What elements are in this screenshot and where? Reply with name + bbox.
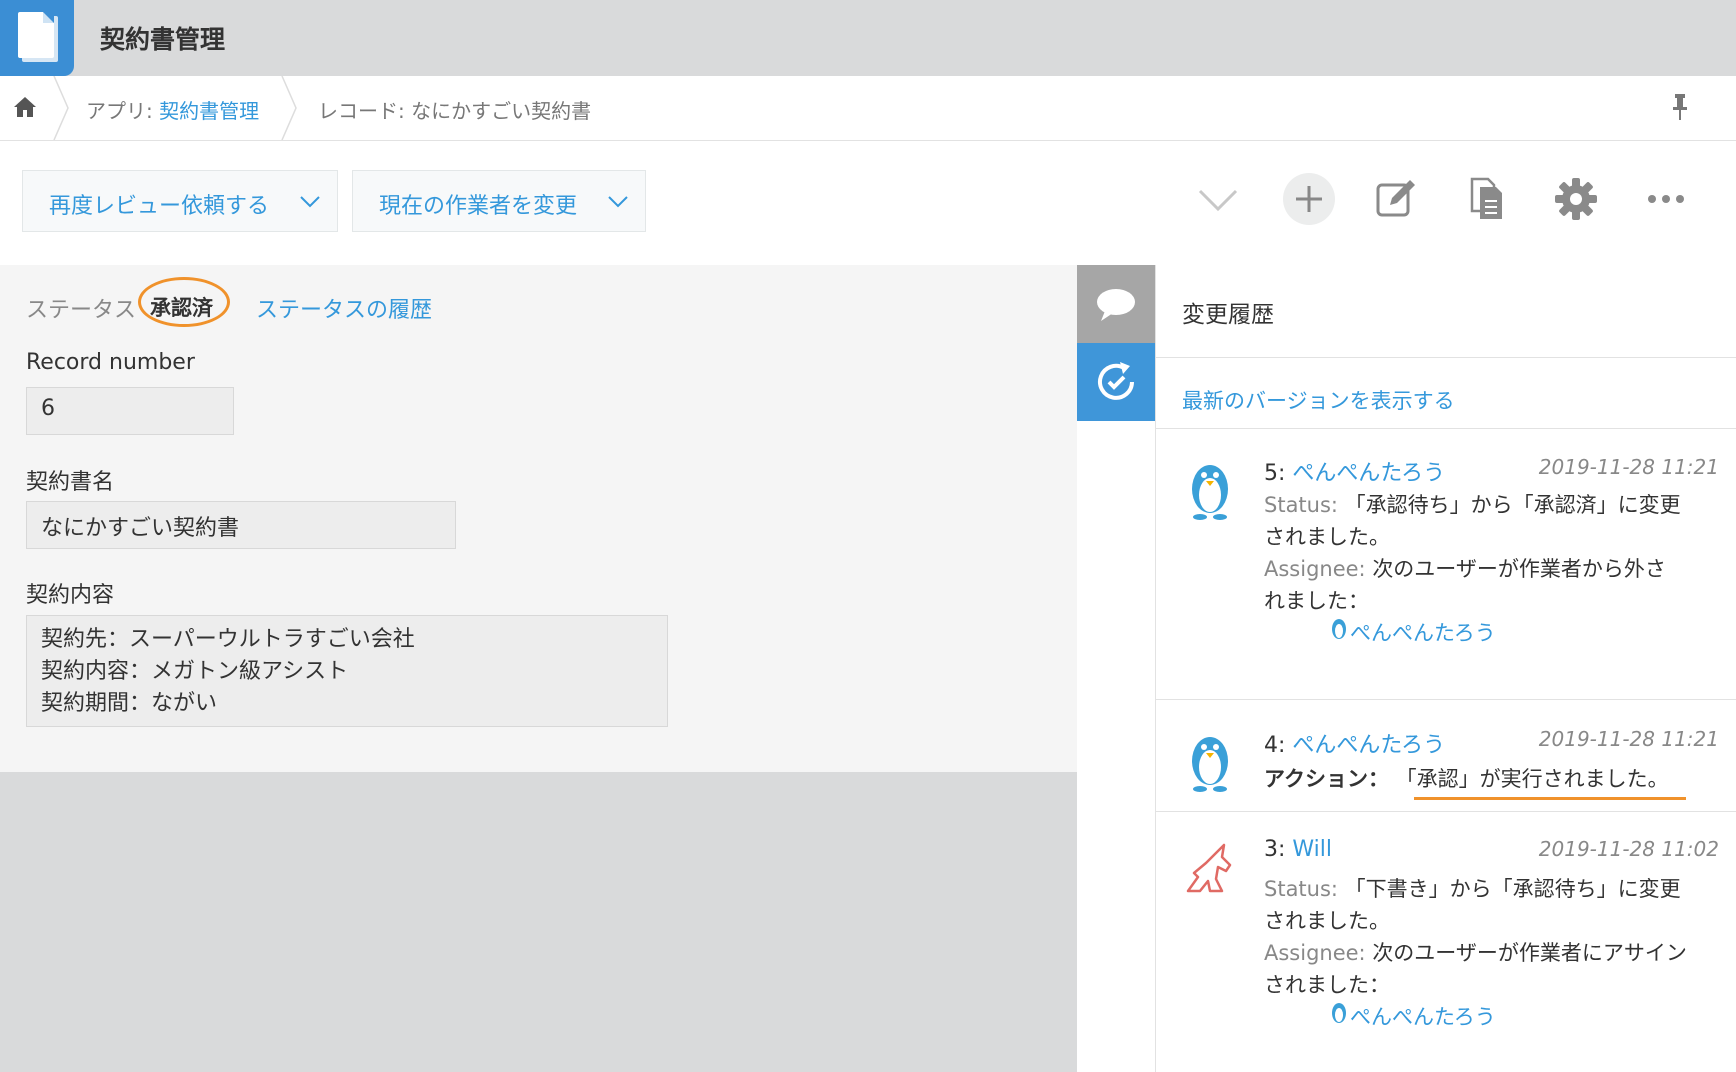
- contract-content-label: 契約内容: [26, 583, 115, 608]
- status-history-link[interactable]: ステータスの履歴: [256, 292, 432, 324]
- entry-header: 3: Will: [1264, 837, 1332, 862]
- contract-content-line: 契約期間：ながい: [41, 691, 218, 716]
- assignee-user-link[interactable]: ぺんぺんたろう: [1350, 617, 1496, 647]
- show-latest-version-link[interactable]: 最新のバージョンを表示する: [1182, 385, 1455, 415]
- action-line: アクション： 「承認」が実行されました。: [1264, 763, 1669, 793]
- status-highlight-circle: [138, 277, 230, 327]
- add-record-icon[interactable]: [1281, 171, 1337, 227]
- assignee-change-text: 次のユーザーが作業者から外さ: [1372, 557, 1666, 581]
- change-assignee-label: 現在の作業者を変更: [379, 194, 578, 219]
- divider: [1156, 811, 1736, 812]
- contract-content-field: 契約先：スーパーウルトラすごい会社 契約内容：メガトン級アシスト 契約期間：なが…: [26, 615, 668, 727]
- status-change-line: されました。: [1264, 909, 1390, 933]
- tab-comments[interactable]: [1077, 265, 1155, 343]
- entry-user-link[interactable]: ぺんぺんたろう: [1292, 461, 1445, 486]
- unicorn-avatar-icon: [1186, 843, 1232, 893]
- history-entry: 5: ぺんぺんたろう 2019-11-28 11:21 Status: 「承認待…: [1156, 455, 1736, 677]
- record-toolbar: 再度レビュー依頼する 現在の作業者を変更: [0, 141, 1736, 265]
- app-document-icon[interactable]: [0, 0, 74, 76]
- breadcrumb-record: レコード: なにかすごい契約書: [318, 99, 592, 123]
- contract-name-field: なにかすごい契約書: [26, 501, 456, 549]
- status-key: Status:: [1264, 493, 1345, 517]
- entry-number: 4:: [1264, 733, 1293, 758]
- breadcrumb-app: アプリ: 契約書管理: [86, 95, 259, 124]
- assignee-change-line: れました：: [1264, 589, 1369, 613]
- entry-user-link[interactable]: Will: [1292, 837, 1332, 862]
- entry-user-link[interactable]: ぺんぺんたろう: [1292, 733, 1445, 758]
- panel-title: 変更履歴: [1182, 302, 1274, 328]
- record-number-field: 6: [26, 387, 234, 435]
- breadcrumb: アプリ: 契約書管理 レコード: なにかすごい契約書: [0, 76, 1736, 141]
- breadcrumb-app-prefix: アプリ:: [86, 99, 160, 123]
- chevron-down-icon: [608, 196, 628, 208]
- home-icon[interactable]: [12, 94, 38, 120]
- edit-icon[interactable]: [1368, 171, 1424, 227]
- entry-timestamp: 2019-11-28 11:02: [1538, 837, 1719, 861]
- action-highlight-underline: [1414, 797, 1686, 800]
- gear-icon[interactable]: [1548, 171, 1604, 227]
- entry-number: 5:: [1264, 461, 1293, 486]
- assignee-change-line: Assignee: 次のユーザーが作業者にアサイン: [1264, 937, 1687, 967]
- record-detail: ステータス 承認済 ステータスの履歴 Record number 6 契約書名 …: [0, 265, 1077, 772]
- empty-area: [0, 772, 1077, 1072]
- request-review-again-label: 再度レビュー依頼する: [49, 194, 270, 219]
- tab-history[interactable]: [1077, 343, 1155, 421]
- contract-content-line: 契約内容：メガトン級アシスト: [41, 659, 349, 684]
- contract-content-line: 契約先：スーパーウルトラすごい会社: [41, 627, 415, 652]
- contract-name-label: 契約書名: [26, 470, 115, 495]
- app-title: 契約書管理: [100, 25, 226, 54]
- pin-icon[interactable]: [1670, 92, 1690, 122]
- assignee-change-text: 次のユーザーが作業者にアサイン: [1372, 941, 1687, 965]
- history-entry: 3: Will 2019-11-28 11:02 Status: 「下書き」から…: [1156, 837, 1736, 1072]
- assignee-key: Assignee:: [1264, 941, 1373, 965]
- more-options-icon[interactable]: [1638, 171, 1694, 227]
- app-header: 契約書管理: [0, 0, 1736, 76]
- entry-timestamp: 2019-11-28 11:21: [1538, 727, 1719, 751]
- status-change-line: Status: 「承認待ち」から「承認済」に変更: [1264, 489, 1681, 519]
- record-number-label: Record number: [26, 350, 195, 375]
- status-key: Status:: [1264, 877, 1345, 901]
- penguin-avatar-icon: [1192, 465, 1228, 520]
- assignee-user-link[interactable]: ぺんぺんたろう: [1350, 1001, 1496, 1031]
- status-change-line: されました。: [1264, 525, 1390, 549]
- status-change-text: 「下書き」から「承認待ち」に変更: [1344, 877, 1681, 901]
- comment-bubble-icon: [1097, 289, 1135, 321]
- change-history-panel: 変更履歴 最新のバージョンを表示する 5: ぺんぺんたろう 2019-11-28…: [1155, 265, 1736, 1072]
- entry-timestamp: 2019-11-28 11:21: [1538, 455, 1719, 479]
- action-key: アクション：: [1264, 767, 1389, 791]
- entry-header: 4: ぺんぺんたろう: [1264, 727, 1445, 759]
- divider: [1156, 699, 1736, 700]
- entry-number: 3:: [1264, 837, 1293, 862]
- status-change-text: 「承認待ち」から「承認済」に変更: [1344, 493, 1681, 517]
- chevron-down-icon: [300, 196, 320, 208]
- request-review-again-button[interactable]: 再度レビュー依頼する: [22, 170, 338, 232]
- assignee-change-line: されました：: [1264, 973, 1390, 997]
- entry-header: 5: ぺんぺんたろう: [1264, 455, 1445, 487]
- divider: [1156, 357, 1736, 358]
- change-assignee-button[interactable]: 現在の作業者を変更: [352, 170, 646, 232]
- breadcrumb-app-link[interactable]: 契約書管理: [159, 99, 259, 123]
- history-entry: 4: ぺんぺんたろう 2019-11-28 11:21 アクション： 「承認」が…: [1156, 727, 1736, 807]
- assignee-key: Assignee:: [1264, 557, 1373, 581]
- divider: [1156, 428, 1736, 429]
- penguin-mini-icon: [1332, 1003, 1346, 1023]
- breadcrumb-separator: [53, 76, 69, 140]
- duplicate-record-icon[interactable]: [1458, 171, 1514, 227]
- assignee-change-line: Assignee: 次のユーザーが作業者から外さ: [1264, 553, 1666, 583]
- penguin-mini-icon: [1332, 619, 1346, 639]
- breadcrumb-separator: [281, 76, 297, 140]
- sidebar-tabs: [1077, 265, 1155, 421]
- status-label: ステータス: [26, 298, 137, 323]
- collapse-chevron-icon[interactable]: [1190, 171, 1246, 227]
- penguin-avatar-icon: [1192, 737, 1228, 792]
- history-clock-icon: [1098, 362, 1134, 400]
- action-text: 「承認」が実行されました。: [1395, 767, 1669, 791]
- status-change-line: Status: 「下書き」から「承認待ち」に変更: [1264, 873, 1681, 903]
